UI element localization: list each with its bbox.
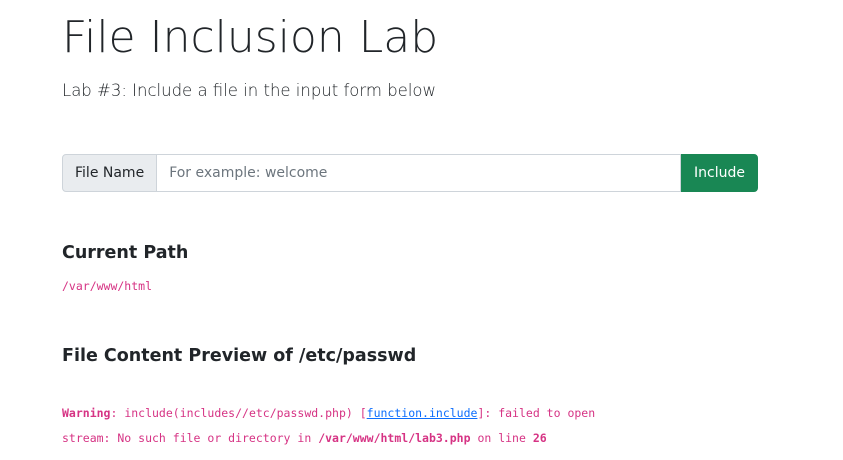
- current-path-value: /var/www/html: [62, 279, 153, 293]
- page-subtitle: Lab #3: Include a file in the input form…: [62, 81, 436, 100]
- file-name-label: File Name: [62, 154, 158, 192]
- function-include-link[interactable]: function.include: [367, 406, 478, 420]
- php-warning-message: Warning: include(includes//etc/passwd.ph…: [62, 401, 762, 451]
- file-preview-heading: File Content Preview of /etc/passwd: [62, 344, 416, 368]
- warning-label: Warning: [62, 406, 111, 420]
- include-button[interactable]: Include: [681, 154, 758, 192]
- file-preview-heading-prefix: File Content Preview of: [62, 346, 293, 366]
- warning-line-1: Warning: include(includes//etc/passwd.ph…: [62, 401, 762, 426]
- warning-line2-prefix: stream: No such file or directory in: [62, 431, 319, 445]
- page-title: File Inclusion Lab: [62, 12, 439, 63]
- warning-text-after-link: ]: failed to open: [477, 406, 596, 420]
- warning-file-path: /var/www/html/lab3.php: [318, 431, 471, 445]
- warning-line2-middle: on line: [470, 431, 533, 445]
- warning-text-before-link: : include(includes//etc/passwd.php) [: [110, 406, 367, 420]
- current-path-heading: Current Path: [62, 243, 189, 263]
- file-name-input[interactable]: [156, 154, 682, 192]
- include-form: File Name Include: [62, 154, 758, 192]
- file-preview-filename: /etc/passwd: [298, 346, 417, 366]
- warning-line-2: stream: No such file or directory in /va…: [62, 426, 762, 451]
- warning-line-number: 26: [532, 431, 547, 445]
